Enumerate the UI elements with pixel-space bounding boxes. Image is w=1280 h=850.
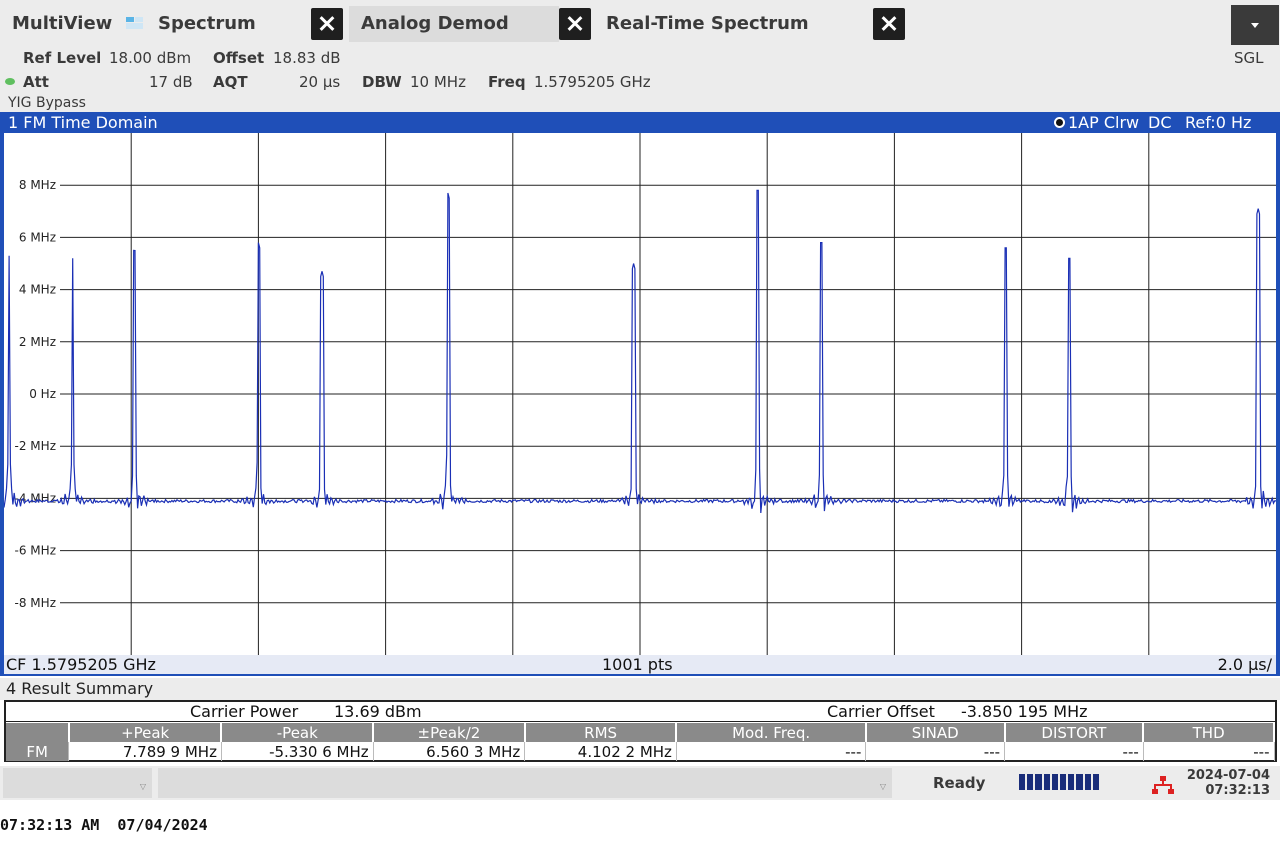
table-cell: --- xyxy=(865,742,1006,761)
tab-analog-demod[interactable]: Analog Demod xyxy=(349,6,559,42)
system-clock: 07:32:13 AM 07/04/2024 xyxy=(0,816,208,834)
close-real-time-spectrum-tab-icon[interactable] xyxy=(873,8,905,40)
table-header: SINAD xyxy=(865,723,1006,742)
ref-level-value[interactable]: 18.00 dBm xyxy=(109,49,191,67)
status-date: 2024-07-04 xyxy=(1186,768,1270,783)
window-1-titlebar[interactable]: 1 FM Time Domain 1AP Clrw DC Ref:0 Hz xyxy=(0,112,1280,133)
table-cell: 4.102 2 MHz xyxy=(524,742,677,761)
freq-value[interactable]: 1.5795205 GHz xyxy=(534,73,651,91)
status-time: 07:32:13 xyxy=(1205,783,1270,798)
fm-time-domain-plot[interactable]: 8 MHz 6 MHz 4 MHz 2 MHz 0 Hz -2 MHz -4 MHz -6 M… xyxy=(0,133,1280,655)
carrier-power-value: 13.69 dBm xyxy=(334,702,422,721)
tab-bar: MultiView Spectrum Analog Demod Real-Tim… xyxy=(0,0,1280,46)
trace-1-marker-icon xyxy=(1054,117,1065,128)
y-tick-label: 4 MHz xyxy=(19,283,56,297)
att-status-led xyxy=(5,78,15,85)
window-1-footer: CF 1.5795205 GHz 1001 pts 2.0 µs/ xyxy=(0,655,1280,676)
tab-spectrum[interactable]: Spectrum xyxy=(146,6,256,42)
result-summary-title[interactable]: 4 Result Summary xyxy=(0,678,1280,700)
y-tick-label: -6 MHz xyxy=(15,544,56,558)
result-summary-panel: Carrier Power 13.69 dBm Carrier Offset -… xyxy=(4,700,1277,762)
table-header: DISTORT xyxy=(1004,723,1145,742)
carrier-row: Carrier Power 13.69 dBm Carrier Offset -… xyxy=(6,702,1275,722)
y-tick-label: 8 MHz xyxy=(19,178,56,192)
chevron-down-icon: ▽ xyxy=(139,782,146,791)
center-frequency: CF 1.5795205 GHz xyxy=(6,655,156,674)
network-icon xyxy=(1152,776,1174,794)
table-cell: 7.789 9 MHz xyxy=(68,742,222,761)
y-tick-label: 2 MHz xyxy=(19,335,56,349)
tab-real-time-spectrum[interactable]: Real-Time Spectrum xyxy=(594,6,809,42)
carrier-offset-label: Carrier Offset xyxy=(827,702,935,721)
aqt-label: AQT xyxy=(213,73,248,91)
table-row: FM 7.789 9 MHz -5.330 6 MHz 6.560 3 MHz … xyxy=(6,742,1275,761)
row-label-fm: FM xyxy=(6,742,70,761)
progress-bar xyxy=(1019,774,1100,790)
table-cell: -5.330 6 MHz xyxy=(221,742,374,761)
y-axis-tick-labels: 8 MHz6 MHz4 MHz2 MHz0 Hz-2 MHz-4 MHz-6 M… xyxy=(15,178,56,610)
dbw-label: DBW xyxy=(362,73,402,91)
measurement-settings: Ref Level 18.00 dBm Offset 18.83 dB SGL … xyxy=(0,46,1280,112)
ref-level-label: Ref Level xyxy=(23,49,102,67)
table-corner xyxy=(6,723,70,742)
result-summary-table: +Peak -Peak ±Peak/2 RMS Mod. Freq. SINAD… xyxy=(6,723,1275,761)
chevron-down-icon: ▽ xyxy=(879,782,886,791)
close-spectrum-tab-icon[interactable] xyxy=(311,8,343,40)
multiview-icon xyxy=(126,17,143,29)
instrument-status: Ready xyxy=(933,774,986,792)
freq-label: Freq xyxy=(488,73,526,91)
status-datetime: 2024-07-04 07:32:13 xyxy=(1186,768,1270,798)
table-header: Mod. Freq. xyxy=(676,723,867,742)
att-label: Att xyxy=(23,73,49,91)
carrier-offset-value: -3.850 195 MHz xyxy=(961,702,1088,721)
coupling-indicator: DC xyxy=(1148,113,1172,132)
table-header-row: +Peak -Peak ±Peak/2 RMS Mod. Freq. SINAD… xyxy=(6,723,1275,742)
offset-label: Offset xyxy=(213,49,265,67)
att-value[interactable]: 17 dB xyxy=(149,73,193,91)
table-cell: 6.560 3 MHz xyxy=(373,742,526,761)
tab-multiview[interactable]: MultiView xyxy=(0,6,112,42)
window-1-title: 1 FM Time Domain xyxy=(8,113,158,132)
offset-value[interactable]: 18.83 dB xyxy=(273,49,341,67)
table-header: THD xyxy=(1143,723,1275,742)
grid-lines xyxy=(60,133,1276,655)
y-tick-label: -8 MHz xyxy=(15,596,56,610)
chevron-down-icon[interactable] xyxy=(1231,5,1279,45)
dbw-value[interactable]: 10 MHz xyxy=(410,73,466,91)
table-header: RMS xyxy=(524,723,678,742)
status-dropdown-2[interactable]: ▽ xyxy=(158,768,892,798)
table-cell: --- xyxy=(1004,742,1144,761)
table-header: -Peak xyxy=(221,723,375,742)
table-header: +Peak xyxy=(68,723,223,742)
yig-bypass-label: YIG Bypass xyxy=(8,95,86,111)
status-dropdown-1[interactable]: ▽ xyxy=(3,768,152,798)
table-header: ±Peak/2 xyxy=(373,723,526,742)
table-cell: --- xyxy=(676,742,867,761)
y-tick-label: 0 Hz xyxy=(29,387,56,401)
y-tick-label: -2 MHz xyxy=(15,439,56,453)
table-cell: --- xyxy=(1143,742,1275,761)
reference-value: Ref:0 Hz xyxy=(1185,113,1252,132)
aqt-value[interactable]: 20 µs xyxy=(299,73,340,91)
sweep-mode: SGL xyxy=(1234,49,1264,67)
time-per-division: 2.0 µs/ xyxy=(1217,655,1272,674)
status-bar: ▽ ▽ Ready 2024-07-04 07:32:13 xyxy=(0,766,1280,800)
fm-time-domain-chart: 8 MHz6 MHz4 MHz2 MHz0 Hz-2 MHz-4 MHz-6 M… xyxy=(4,133,1276,655)
carrier-power-label: Carrier Power xyxy=(190,702,299,721)
point-count: 1001 pts xyxy=(602,655,673,674)
y-tick-label: 6 MHz xyxy=(19,230,56,244)
close-analog-demod-tab-icon[interactable] xyxy=(559,8,591,40)
trace-info: 1AP Clrw xyxy=(1068,113,1140,132)
